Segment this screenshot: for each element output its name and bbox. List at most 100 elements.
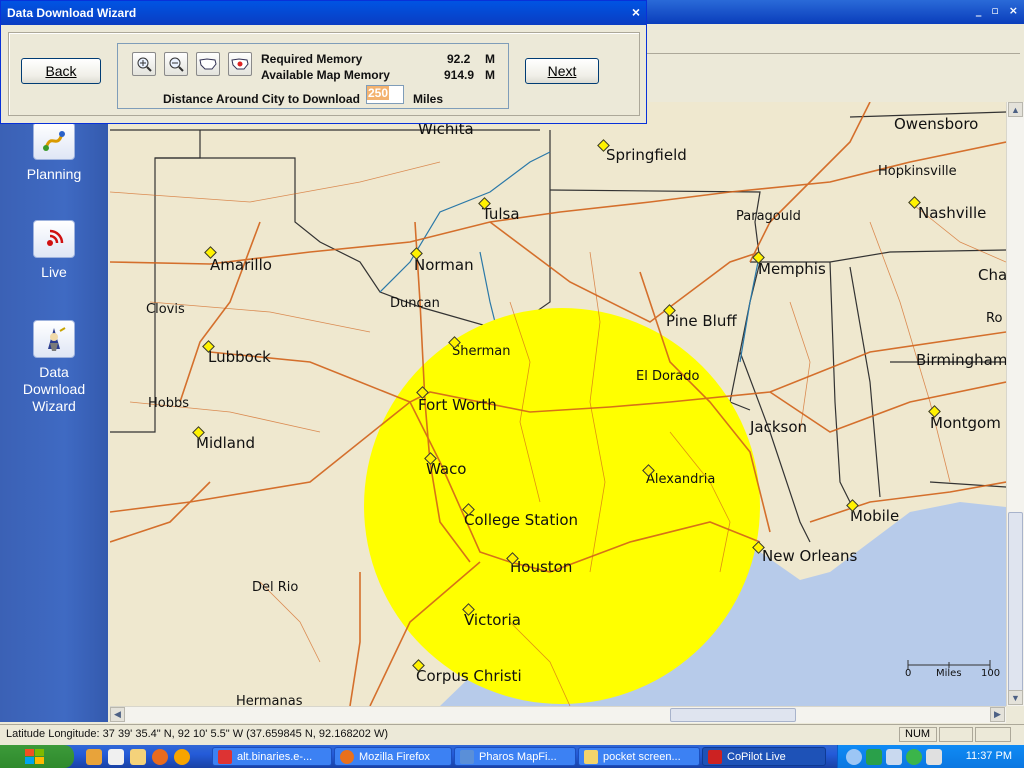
quicklaunch-icon[interactable] bbox=[86, 749, 102, 765]
city-label: Sherman bbox=[452, 344, 511, 359]
distance-unit: Miles bbox=[413, 92, 444, 106]
taskbar-task-active[interactable]: CoPilot Live bbox=[702, 747, 826, 766]
scroll-up-button[interactable]: ▲ bbox=[1008, 102, 1023, 117]
sidebar-item-data-download-wizard[interactable]: Data Download Wizard bbox=[0, 320, 108, 415]
latlon-readout: Latitude Longitude: 37 39' 35.4" N, 92 1… bbox=[6, 728, 388, 740]
city-label: Duncan bbox=[390, 296, 440, 311]
quicklaunch-icon[interactable] bbox=[174, 749, 190, 765]
sidebar: Planning Live Data Download Wizard bbox=[0, 102, 108, 722]
us-map-select-icon[interactable] bbox=[228, 52, 252, 76]
latlon-label: Latitude Longitude: bbox=[6, 728, 100, 740]
sidebar-item-planning[interactable]: Planning bbox=[0, 122, 108, 182]
distance-input[interactable]: 250 bbox=[366, 85, 404, 104]
close-app-button[interactable]: × bbox=[1009, 4, 1018, 17]
available-memory-label: Available Map Memory bbox=[261, 68, 390, 82]
restore-button[interactable]: ▫ bbox=[991, 4, 998, 17]
zoom-out-icon[interactable] bbox=[164, 52, 188, 76]
scale-label-zero: 0 bbox=[905, 668, 912, 679]
required-memory-label: Required Memory bbox=[261, 52, 363, 66]
city-label: Del Rio bbox=[252, 580, 299, 595]
speaker-icon[interactable] bbox=[926, 749, 942, 765]
city-label: Fort Worth bbox=[418, 396, 497, 414]
distance-label: Distance Around City to Download bbox=[163, 92, 360, 106]
city-label: Mobile bbox=[850, 507, 900, 525]
taskbar-task[interactable]: pocket screen... bbox=[578, 747, 700, 766]
sidebar-item-live[interactable]: Live bbox=[0, 220, 108, 280]
city-label: Pine Bluff bbox=[666, 312, 737, 330]
wizard-title: Data Download Wizard bbox=[7, 6, 137, 20]
taskbar-task[interactable]: Pharos MapFi... bbox=[454, 747, 576, 766]
city-label: Lubbock bbox=[208, 348, 271, 366]
wizard-icon bbox=[33, 320, 75, 358]
city-label: Hobbs bbox=[148, 396, 190, 411]
scroll-down-button[interactable]: ▼ bbox=[1008, 690, 1023, 705]
map-view[interactable]: Wichita Springfield Owensboro Hopkinsvil… bbox=[110, 102, 1006, 706]
planning-icon bbox=[33, 122, 75, 160]
city-label: Hopkinsville bbox=[878, 164, 957, 179]
city-label: New Orleans bbox=[762, 547, 858, 565]
us-map-icon[interactable] bbox=[196, 52, 220, 76]
sidebar-item-label: Live bbox=[41, 264, 67, 280]
tray-icon[interactable] bbox=[846, 749, 862, 765]
required-memory-value: 92.2 bbox=[447, 52, 471, 66]
scroll-right-button[interactable]: ▶ bbox=[990, 707, 1005, 722]
tray-icon[interactable] bbox=[906, 749, 922, 765]
map-canvas bbox=[110, 102, 1006, 706]
close-icon[interactable]: × bbox=[632, 4, 640, 20]
tray-icon[interactable] bbox=[866, 749, 882, 765]
city-label: Paragould bbox=[736, 209, 801, 224]
city-label: Jackson bbox=[750, 418, 808, 436]
data-download-wizard-dialog: Data Download Wizard × Back Next Require… bbox=[0, 0, 647, 124]
city-label: Norman bbox=[414, 256, 474, 274]
zoom-in-icon[interactable] bbox=[132, 52, 156, 76]
city-label: Houston bbox=[510, 558, 573, 576]
map-vertical-scrollbar[interactable]: ▲ ▼ bbox=[1006, 102, 1024, 706]
firefox-icon[interactable] bbox=[152, 749, 168, 765]
sidebar-item-label: Data Download Wizard bbox=[22, 364, 86, 414]
taskbar: alt.binaries.e-... Mozilla Firefox Pharo… bbox=[0, 745, 1024, 768]
city-label: Memphis bbox=[758, 260, 826, 278]
live-signal-icon bbox=[33, 220, 75, 258]
available-memory-value: 914.9 bbox=[444, 68, 475, 82]
city-label: Springfield bbox=[606, 146, 687, 164]
scroll-thumb[interactable] bbox=[1008, 512, 1023, 702]
num-lock-indicator: NUM bbox=[899, 727, 937, 742]
latlon-value: 37 39' 35.4" N, 92 10' 5.5" W (37.659845… bbox=[102, 728, 389, 740]
map-horizontal-scrollbar[interactable]: ◀ ▶ bbox=[110, 706, 1006, 723]
firefox-icon bbox=[340, 750, 354, 764]
wizard-titlebar: Data Download Wizard × bbox=[1, 1, 646, 25]
scroll-left-button[interactable]: ◀ bbox=[110, 707, 125, 722]
status-panel bbox=[975, 727, 1011, 742]
city-label: College Station bbox=[464, 511, 579, 529]
city-label: Midland bbox=[196, 434, 256, 452]
required-memory-unit: M bbox=[485, 52, 495, 66]
city-label: El Dorado bbox=[636, 369, 700, 384]
newsgroup-icon bbox=[218, 750, 232, 764]
start-button[interactable] bbox=[0, 745, 74, 768]
city-label: Montgom bbox=[930, 414, 1001, 432]
scale-label-unit: Miles bbox=[936, 668, 962, 679]
quicklaunch-icon[interactable] bbox=[130, 749, 146, 765]
quicklaunch-icon[interactable] bbox=[108, 749, 124, 765]
city-label: Amarillo bbox=[210, 256, 272, 274]
city-label: Alexandria bbox=[646, 472, 716, 487]
folder-icon bbox=[584, 750, 598, 764]
available-memory-unit: M bbox=[485, 68, 495, 82]
tray-icon[interactable] bbox=[886, 749, 902, 765]
city-label: Hermanas bbox=[236, 694, 303, 706]
city-label: Cha bbox=[978, 266, 1006, 284]
taskbar-task[interactable]: Mozilla Firefox bbox=[334, 747, 452, 766]
scroll-thumb[interactable] bbox=[670, 708, 796, 722]
back-button[interactable]: Back bbox=[21, 58, 101, 84]
minimize-button[interactable]: _ bbox=[976, 4, 982, 17]
city-label: Birmingham bbox=[916, 351, 1006, 369]
windows-logo-icon bbox=[25, 749, 44, 764]
next-button[interactable]: Next bbox=[525, 58, 599, 84]
taskbar-task[interactable]: alt.binaries.e-... bbox=[212, 747, 332, 766]
clock[interactable]: 11:37 PM bbox=[966, 750, 1012, 762]
city-label: Victoria bbox=[464, 611, 521, 629]
status-panel bbox=[939, 727, 973, 742]
pharos-icon bbox=[460, 750, 474, 764]
scale-label-max: 100 bbox=[981, 668, 1001, 679]
city-label: Clovis bbox=[146, 302, 185, 317]
